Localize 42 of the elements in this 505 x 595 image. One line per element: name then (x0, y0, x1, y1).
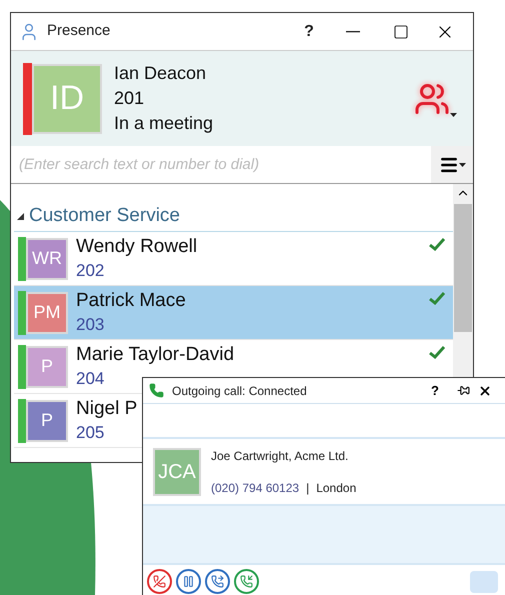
contact-name: Patrick Mace (76, 288, 186, 312)
phone-forward-icon (211, 575, 224, 588)
group-name: Customer Service (29, 204, 180, 228)
contact-name: Wendy Rowell (76, 234, 198, 258)
consult-button[interactable] (234, 569, 259, 594)
pause-icon (182, 575, 195, 588)
contact-extension: 203 (76, 314, 104, 336)
caller-name: Joe Cartwright, Acme Ltd. (211, 448, 350, 464)
avatar: PM (26, 292, 68, 334)
avatar: P (26, 346, 68, 388)
contact-extension: 202 (76, 260, 104, 282)
contact-extension: 204 (76, 368, 104, 390)
contact-extension: 205 (76, 422, 104, 444)
window-title: Presence (47, 21, 110, 42)
avatar: WR (26, 238, 68, 280)
separator: | (306, 480, 310, 496)
search-field[interactable]: (Enter search text or number to dial) (11, 146, 431, 183)
expand-icon (17, 213, 24, 220)
user-status: In a meeting (114, 112, 214, 135)
caret-icon (458, 162, 466, 166)
avatar: ID (32, 64, 102, 134)
avatar: P (26, 400, 68, 442)
minimize-icon (346, 30, 360, 32)
user-name: Ian Deacon (114, 62, 208, 85)
pin-icon (456, 384, 470, 397)
phone-icon (149, 383, 164, 398)
contact-name: Nigel P (76, 396, 138, 420)
menu-button[interactable] (431, 146, 473, 183)
hang-up-button[interactable] (147, 569, 172, 594)
close-icon (478, 384, 492, 398)
avatar: JCA (153, 448, 201, 496)
caller-location: London (316, 480, 356, 496)
phone-incoming-icon (240, 575, 253, 588)
caller-phone: (020) 794 60123 (211, 480, 300, 496)
caret-icon (450, 112, 457, 116)
maximize-icon (393, 24, 409, 40)
contact-name: Marie Taylor-David (76, 342, 234, 366)
help-button[interactable]: ? (289, 20, 329, 44)
user-extension: 201 (114, 87, 146, 110)
hold-button[interactable] (176, 569, 201, 594)
transfer-button[interactable] (205, 569, 230, 594)
hang-up-icon (153, 575, 166, 588)
